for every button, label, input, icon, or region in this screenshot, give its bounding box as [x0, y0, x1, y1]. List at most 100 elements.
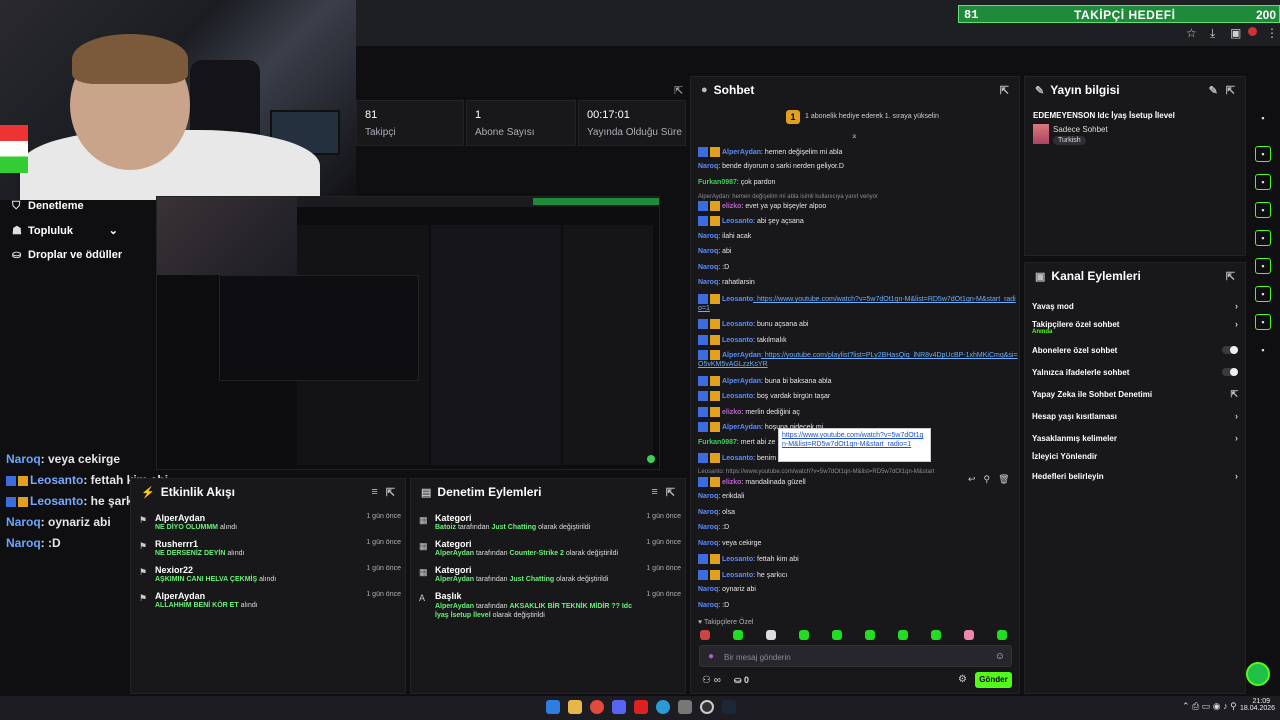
chat-username[interactable]: Naroq	[698, 279, 718, 286]
mic-icon[interactable]: ●	[708, 651, 714, 662]
steam-icon[interactable]	[722, 700, 736, 714]
channel-action-item[interactable]: Hedefleri belirleyin ›	[1032, 471, 1238, 481]
emote-icon[interactable]	[832, 630, 842, 640]
send-button[interactable]: Gönder	[975, 672, 1012, 688]
chat-username[interactable]: Furkan0987	[698, 179, 737, 186]
chat-message[interactable]: Leosanto: he şarkıcı	[698, 570, 1018, 580]
channel-action-item[interactable]: Yapay Zeka ile Sohbet Denetimi ⇱	[1032, 389, 1238, 399]
chat-bubble-icon[interactable]: ▪	[1255, 230, 1271, 246]
channel-action-item[interactable]: Hesap yaşı kısıtlaması ›	[1032, 411, 1238, 421]
chat-username[interactable]: elizko	[722, 203, 741, 210]
edit-icon[interactable]: ✎	[1209, 84, 1218, 97]
popout-icon[interactable]: ⇱	[1226, 84, 1235, 97]
settings-app-icon[interactable]	[678, 700, 692, 714]
channel-action-item[interactable]: Abonelere özel sohbet	[1032, 346, 1238, 355]
chat-message[interactable]: AlperAydan: https://youtube.com/playlist…	[698, 350, 1018, 369]
popout-icon[interactable]: ⇱	[674, 84, 683, 97]
chat-username[interactable]: AlperAydan	[722, 378, 761, 385]
channel-points[interactable]: ⚇ ∞	[702, 675, 721, 686]
chat-message[interactable]: Naroq: ilahi acak	[698, 232, 1018, 241]
gift-counter[interactable]: ⛀ 0	[734, 675, 749, 686]
emote-icon[interactable]	[766, 630, 776, 640]
chat-username[interactable]: Naroq	[698, 264, 718, 271]
chat-username[interactable]: Naroq	[698, 248, 718, 255]
emote-icon[interactable]	[799, 630, 809, 640]
filter-icon[interactable]: ≡	[651, 486, 657, 498]
chat-username[interactable]: Leosanto	[722, 455, 753, 462]
menu-icon[interactable]: ⋮	[1266, 26, 1278, 40]
chat-username[interactable]: AlperAydan	[722, 424, 761, 431]
wrench-icon[interactable]: ▪	[1255, 314, 1271, 330]
windows-start-icon[interactable]	[546, 700, 560, 714]
chat-username[interactable]: Leosanto	[722, 393, 753, 400]
nav-item-drops[interactable]: ⛀ Droplar ve ödüller	[12, 248, 122, 261]
chat-message[interactable]: Naroq: rahatlarsin	[698, 278, 1018, 287]
message-actions[interactable]: ↩⚲🗑	[968, 474, 1018, 485]
chat-username[interactable]: Naroq	[698, 163, 718, 170]
download-icon[interactable]: ⤓	[1210, 26, 1215, 41]
chat-username[interactable]: Naroq	[698, 540, 718, 547]
chat-message[interactable]: Leosanto: fettah kim abi	[698, 554, 1018, 564]
chat-username[interactable]: Leosanto	[722, 556, 753, 563]
clipboard-icon[interactable]: ▪	[1255, 202, 1271, 218]
chat-username[interactable]: Leosanto	[722, 296, 753, 303]
chat-message[interactable]: elizko: merlin dediğini aç	[698, 407, 1018, 417]
chat-username[interactable]: Leosanto	[722, 337, 753, 344]
language-tag[interactable]: Turkish	[1053, 136, 1086, 145]
delete-icon[interactable]: 🗑	[998, 474, 1017, 484]
emote-icon[interactable]	[931, 630, 941, 640]
filter-icon[interactable]: ≡	[371, 486, 377, 498]
chat-message[interactable]: Leosanto: takılmalık	[698, 335, 1018, 345]
nav-item-moderation[interactable]: ⛉ Denetleme	[12, 200, 84, 213]
clock[interactable]: 21:09 18.04.2026	[1240, 698, 1275, 712]
popout-icon[interactable]: ⇱	[666, 486, 675, 499]
chat-username[interactable]: Leosanto	[722, 218, 753, 225]
chat-username[interactable]: Naroq	[698, 509, 718, 516]
browser-address-bar[interactable]	[356, 22, 1280, 44]
chat-message[interactable]: Naroq: bende diyorum o sarki nerden geli…	[698, 162, 1018, 171]
chat-message[interactable]: Naroq: :D	[698, 523, 1018, 532]
chat-username[interactable]: AlperAydan	[722, 352, 761, 359]
chat-message[interactable]: Leosanto: https://www.youtube.com/watch?…	[698, 294, 1018, 313]
chat-username[interactable]: Naroq	[698, 586, 718, 593]
bolt-icon[interactable]: ▪	[1255, 174, 1271, 190]
system-tray-icons[interactable]: ⌃ ⎙ ▭ ◉ ♪ ⚲	[1182, 701, 1237, 712]
chat-message[interactable]: Naroq: erikdali	[698, 492, 1018, 501]
emote-icon[interactable]	[700, 630, 710, 640]
chat-message[interactable]: Naroq: abi	[698, 247, 1018, 256]
chat-input[interactable]: ● Bir mesaj gönderin ☺	[699, 645, 1012, 667]
pencil-icon[interactable]: ▪	[1255, 110, 1271, 126]
chat-message[interactable]: Leosanto: boş vardak birgün taşar	[698, 391, 1018, 401]
file-explorer-icon[interactable]	[568, 700, 582, 714]
discord-icon[interactable]	[612, 700, 626, 714]
nav-item-community[interactable]: ☗ Topluluk ⌄	[12, 224, 118, 237]
popout-icon[interactable]: ⇱	[1000, 84, 1009, 97]
edge-icon[interactable]	[656, 700, 670, 714]
emote-icon[interactable]	[865, 630, 875, 640]
chat-message[interactable]: Naroq: :D	[698, 263, 1018, 272]
obs-icon[interactable]	[700, 700, 714, 714]
extensions-icon[interactable]: ▣	[1230, 26, 1241, 40]
chat-username[interactable]: Leosanto	[722, 321, 753, 328]
settings-icon[interactable]: ⚙	[958, 674, 967, 685]
gift-promo-text[interactable]: 1 abonelik hediye ederek 1. sıraya yükse…	[805, 113, 939, 120]
channel-action-item[interactable]: Takipçilere özel sohbet Anında ›	[1032, 319, 1238, 335]
chat-username[interactable]: Naroq	[698, 233, 718, 240]
channel-action-item[interactable]: Yavaş mod ›	[1032, 301, 1238, 311]
emote-icon[interactable]	[898, 630, 908, 640]
chat-username[interactable]: Naroq	[698, 524, 718, 531]
chat-username[interactable]: Naroq	[698, 602, 718, 609]
chat-message[interactable]: AlperAydan: hemen değişelim mi abla	[698, 147, 1018, 157]
layout-icon[interactable]: ▪	[1255, 286, 1271, 302]
chrome-icon[interactable]	[590, 700, 604, 714]
chat-username[interactable]: Furkan0987	[698, 439, 737, 446]
collapse-icon[interactable]: ⌅	[851, 131, 858, 140]
chat-username[interactable]: elizko	[722, 409, 741, 416]
popout-icon[interactable]: ⇱	[1226, 270, 1235, 283]
channel-action-item[interactable]: Yalnızca ifadelerle sohbet	[1032, 368, 1238, 377]
emote-icon[interactable]	[964, 630, 974, 640]
reply-icon[interactable]: ↩	[968, 474, 984, 484]
chat-username[interactable]: Naroq	[698, 493, 718, 500]
toggle-switch[interactable]	[1222, 368, 1238, 376]
channel-action-item[interactable]: Yasaklanmış kelimeler ›	[1032, 433, 1238, 443]
